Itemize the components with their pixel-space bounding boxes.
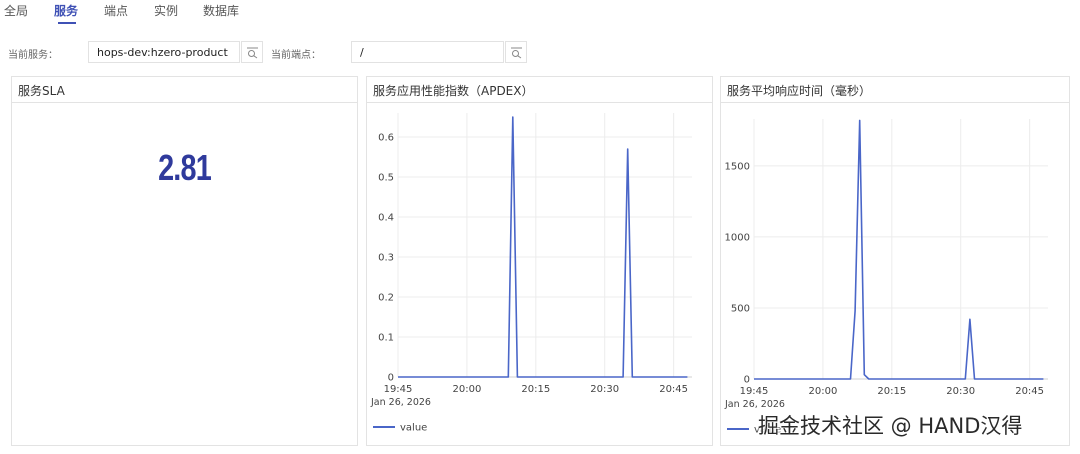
x-tick-label: 20:30 <box>946 386 975 397</box>
sla-panel-header: 服务SLA <box>12 77 357 103</box>
y-tick-label: 1000 <box>725 232 750 243</box>
y-tick-label: 1500 <box>725 161 750 172</box>
x-tick-label: 20:45 <box>659 384 688 395</box>
service-select[interactable]: hops-dev:hzero-product <box>88 41 240 63</box>
y-tick-label: 0 <box>744 375 750 386</box>
active-tab-indicator <box>58 22 76 24</box>
response-time-panel-title: 服务平均响应时间（毫秒） <box>727 84 872 98</box>
x-date-label: Jan 26, 2026 <box>724 399 785 410</box>
endpoint-search-button[interactable] <box>505 41 527 63</box>
endpoint-select[interactable]: / <box>351 41 504 63</box>
series-line-value <box>398 116 688 378</box>
service-select-value: hops-dev:hzero-product <box>97 46 228 59</box>
sla-panel-title: 服务SLA <box>18 84 65 98</box>
x-tick-label: 20:45 <box>1015 386 1044 397</box>
x-tick-label: 20:00 <box>808 386 837 397</box>
response-time-panel-header: 服务平均响应时间（毫秒） <box>721 77 1069 103</box>
x-tick-label: 20:15 <box>877 386 906 397</box>
y-tick-label: 0.1 <box>378 333 394 344</box>
tab-endpoint[interactable]: 端点 <box>104 3 128 19</box>
y-tick-label: 0.5 <box>378 173 394 184</box>
apdex-panel: 服务应用性能指数（APDEX） 0 0.1 0.2 0.3 0.4 0.5 0.6 19:45… <box>366 76 713 446</box>
response-time-panel: 服务平均响应时间（毫秒） 0 500 1000 1500 19:45 20:00 20:15… <box>720 76 1070 446</box>
endpoint-select-value: / <box>360 46 364 59</box>
search-icon <box>247 47 258 59</box>
search-icon <box>511 47 522 59</box>
apdex-panel-header: 服务应用性能指数（APDEX） <box>367 77 712 103</box>
x-tick-label: 20:30 <box>590 384 619 395</box>
y-tick-label: 0.2 <box>378 293 394 304</box>
x-tick-label: 19:45 <box>384 384 413 395</box>
tab-database[interactable]: 数据库 <box>203 3 239 19</box>
sla-value: 2.81 <box>158 147 212 188</box>
legend-label-value: value <box>400 423 427 434</box>
sla-panel: 服务SLA 2.81 <box>11 76 358 446</box>
x-tick-label: 20:15 <box>521 384 550 395</box>
y-tick-label: 0.4 <box>378 213 394 224</box>
service-search-button[interactable] <box>241 41 263 63</box>
current-endpoint-label: 当前端点： <box>271 50 321 61</box>
apdex-panel-title: 服务应用性能指数（APDEX） <box>373 84 534 98</box>
y-tick-label: 500 <box>731 303 750 314</box>
apdex-chart: 0 0.1 0.2 0.3 0.4 0.5 0.6 19:45 20:00 20:15 20:30 2… <box>370 113 692 434</box>
y-tick-label: 0.3 <box>378 253 394 264</box>
x-tick-label: 20:00 <box>452 384 481 395</box>
x-tick-label: 19:45 <box>740 386 769 397</box>
tab-bar: 全局 服务 端点 实例 数据库 <box>0 0 1080 30</box>
response-time-chart: 0 500 1000 1500 19:45 20:00 20:15 20:30 20:45 Jan… <box>724 119 1048 436</box>
x-date-label: Jan 26, 2026 <box>370 397 431 408</box>
watermark-text: 掘金技术社区 @ HAND汉得 <box>758 414 1023 438</box>
y-tick-label: 0 <box>388 373 394 384</box>
tab-service[interactable]: 服务 <box>54 3 78 19</box>
tab-global[interactable]: 全局 <box>4 3 28 19</box>
current-service-label: 当前服务： <box>8 50 58 61</box>
tab-instance[interactable]: 实例 <box>154 3 178 19</box>
y-tick-label: 0.6 <box>378 133 394 144</box>
series-line-value <box>754 119 1044 380</box>
